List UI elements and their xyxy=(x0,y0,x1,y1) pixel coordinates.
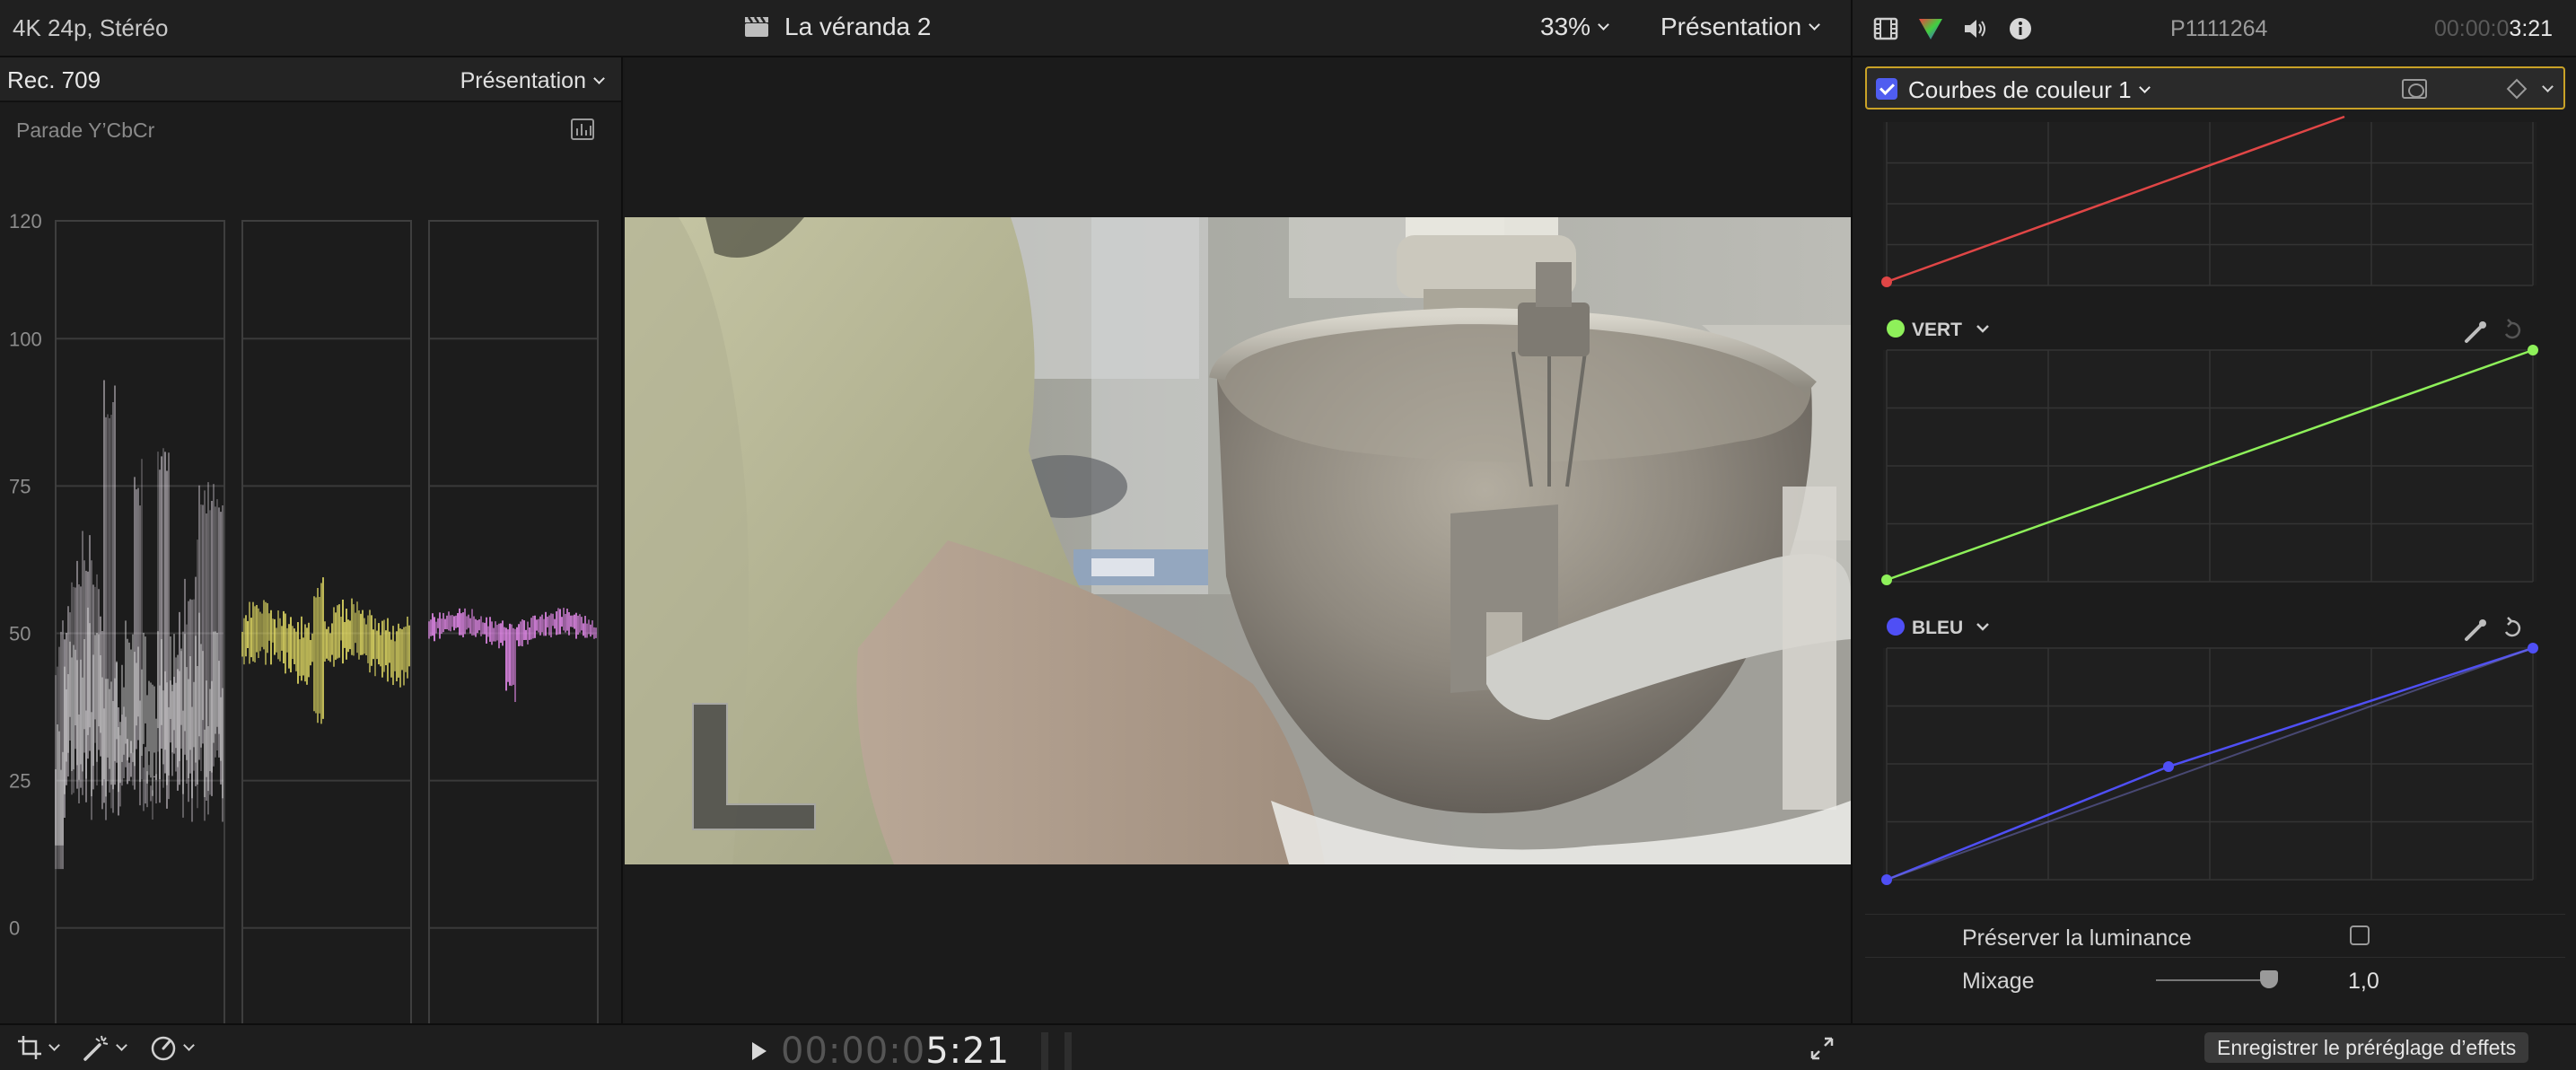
zoom-value: 33% xyxy=(1540,13,1591,40)
curve-control-point[interactable] xyxy=(2163,761,2174,772)
clip-timecode: 00:00:03:21 xyxy=(2434,16,2554,41)
video-scopes-panel: Rec. 709 Présentation Parade Y’CbCr 120 1… xyxy=(0,57,623,1070)
chevron-down-icon[interactable] xyxy=(1976,623,1989,631)
fullscreen-icon[interactable] xyxy=(1809,1036,1835,1061)
scope-type-label: Parade Y’CbCr xyxy=(16,118,155,142)
inspector-header: P1111264 00:00:03:21 xyxy=(1853,0,2576,57)
play-icon[interactable] xyxy=(750,1041,768,1061)
playhead-timecode[interactable]: 00:00:05:21 xyxy=(750,1031,1010,1070)
effect-enable-checkbox[interactable] xyxy=(1876,78,1897,100)
mask-icon[interactable] xyxy=(2402,79,2427,99)
chevron-down-icon[interactable] xyxy=(1976,325,1989,333)
info-icon[interactable] xyxy=(2007,16,2034,41)
speedometer-icon xyxy=(151,1036,176,1061)
color-curves-editor: VERT BLEU xyxy=(1881,115,2538,885)
view-menu[interactable]: Présentation xyxy=(1660,13,1821,41)
preserve-luminance-label: Préserver la luminance xyxy=(1962,925,2192,951)
scope-axis-label: 75 xyxy=(9,475,31,497)
transform-tool-menu[interactable] xyxy=(16,1034,60,1061)
save-effects-preset-button[interactable]: Enregistrer le préréglage d’effets xyxy=(2204,1032,2529,1063)
rgb-parade-scope: 1201007550250-20Y’CbCr xyxy=(9,210,599,1070)
curve-control-point[interactable] xyxy=(2528,643,2538,653)
blue-curve-graph[interactable] xyxy=(1881,643,2538,885)
keyframe-icon[interactable] xyxy=(2506,78,2528,100)
effect-name-menu[interactable]: Courbes de couleur 1 xyxy=(1908,76,2151,104)
eyedropper-icon[interactable] xyxy=(2465,321,2486,343)
scopes-view-menu[interactable]: Présentation xyxy=(460,68,605,94)
divider xyxy=(1065,1032,1072,1070)
magic-wand-icon xyxy=(83,1035,109,1061)
chevron-down-icon xyxy=(48,1039,60,1051)
mix-label: Mixage xyxy=(1962,969,2035,994)
mix-value[interactable]: 1,0 xyxy=(2348,969,2379,995)
project-title-text: La véranda 2 xyxy=(784,13,932,40)
effect-options-chevron[interactable] xyxy=(2542,79,2554,95)
red-curve-graph[interactable] xyxy=(1881,115,2537,287)
viewer xyxy=(625,57,1851,1023)
effect-name-label: Courbes de couleur 1 xyxy=(1908,76,2132,103)
blue-swatch xyxy=(1887,618,1905,636)
curve-control-point[interactable] xyxy=(1881,276,1892,287)
video-frame[interactable] xyxy=(625,217,1851,864)
green-curve-header: VERT xyxy=(1887,319,2521,343)
chevron-down-icon xyxy=(1598,18,1609,31)
curve-control-point[interactable] xyxy=(1881,574,1892,585)
preserve-luminance-checkbox[interactable] xyxy=(2350,925,2370,945)
curve-control-point[interactable] xyxy=(1881,874,1892,885)
preserve-luminance-row: Préserver la luminance xyxy=(1865,914,2565,957)
green-curve-label: VERT xyxy=(1912,320,1962,340)
green-curve-graph[interactable] xyxy=(1881,345,2538,585)
mix-row: Mixage 1,0 xyxy=(1865,957,2565,1000)
scope-axis-label: 120 xyxy=(9,210,42,232)
mix-slider-thumb[interactable] xyxy=(2260,970,2278,988)
enhance-tool-menu[interactable] xyxy=(82,1034,127,1061)
project-title: La véranda 2 xyxy=(743,13,931,41)
scope-axis-label: 0 xyxy=(9,917,20,940)
eyedropper-icon[interactable] xyxy=(2465,619,2486,641)
scopes-header: Rec. 709 Présentation xyxy=(0,57,621,102)
format-label: 4K 24p, Stéréo xyxy=(13,14,169,41)
scope-axis-label: 25 xyxy=(9,770,31,793)
blue-curve-header: BLEU xyxy=(1887,617,2521,641)
color-inspector-icon[interactable] xyxy=(1917,16,1944,41)
clapperboard-icon xyxy=(745,16,768,37)
zoom-menu[interactable]: 33% xyxy=(1540,13,1609,41)
film-icon[interactable] xyxy=(1872,16,1899,41)
divider xyxy=(1041,1032,1048,1070)
effect-header-color-curves[interactable]: Courbes de couleur 1 xyxy=(1865,66,2565,110)
blue-curve-label: BLEU xyxy=(1912,618,1963,638)
chevron-down-icon xyxy=(2138,82,2151,93)
green-swatch xyxy=(1887,320,1905,338)
crop-transform-icon xyxy=(18,1036,41,1059)
clip-name: P1111264 xyxy=(2170,16,2268,41)
scope-axis-label: 100 xyxy=(9,328,42,350)
scope-settings-icon[interactable] xyxy=(571,118,594,140)
curve-control-point[interactable] xyxy=(2528,345,2538,355)
inspector-panel: P1111264 00:00:03:21 Courbes de couleur … xyxy=(1851,0,2576,1023)
chevron-down-icon xyxy=(1809,18,1821,31)
chevron-down-icon xyxy=(116,1039,127,1051)
chevron-down-icon xyxy=(593,73,605,84)
retime-tool-menu[interactable] xyxy=(149,1034,195,1061)
mix-slider-track[interactable] xyxy=(2156,979,2276,981)
reset-icon[interactable] xyxy=(2504,617,2521,637)
audio-speaker-icon[interactable] xyxy=(1962,16,1989,41)
bottom-toolbar: 00:00:05:21 Enregistrer le préréglage d’… xyxy=(0,1023,2576,1070)
chevron-down-icon xyxy=(183,1039,195,1051)
scopes-view-menu-label: Présentation xyxy=(460,68,586,93)
viewer-toolbar: 4K 24p, Stéréo La véranda 2 33% Présenta… xyxy=(0,0,1851,57)
color-standard-label: Rec. 709 xyxy=(7,66,101,93)
view-menu-label: Présentation xyxy=(1660,13,1802,40)
reset-icon[interactable] xyxy=(2504,319,2521,339)
scope-axis-label: 50 xyxy=(9,623,31,645)
